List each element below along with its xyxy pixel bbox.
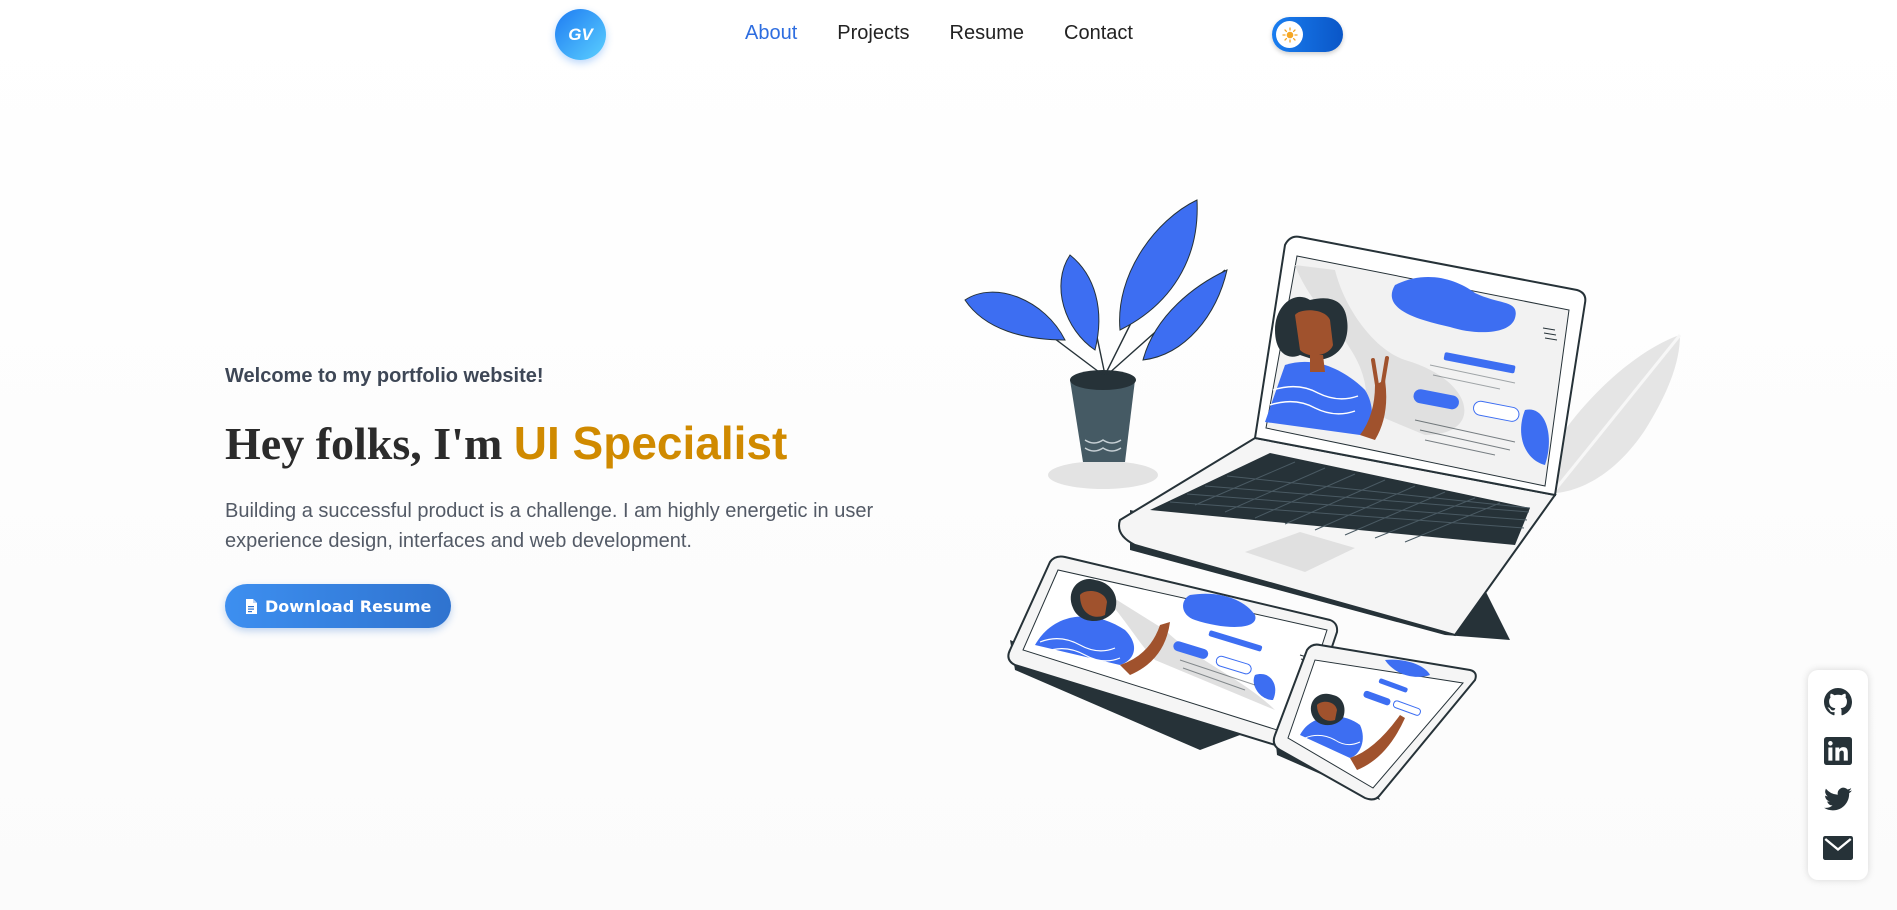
- nav-link-resume[interactable]: Resume: [950, 22, 1024, 45]
- hero-headline: Hey folks, I'm UI Specialist: [225, 416, 925, 470]
- envelope-icon: [1823, 835, 1853, 860]
- sun-icon: [1281, 26, 1298, 43]
- theme-toggle[interactable]: [1272, 17, 1343, 52]
- twitter-link[interactable]: [1823, 784, 1853, 814]
- hero-illustration: [964, 199, 1682, 801]
- nav-link-projects[interactable]: Projects: [837, 22, 909, 45]
- nav-link-about[interactable]: About: [745, 22, 797, 45]
- phone: [1272, 643, 1477, 801]
- social-links: [1808, 670, 1868, 880]
- toggle-knob: [1276, 21, 1303, 48]
- twitter-icon: [1824, 787, 1852, 811]
- nav-link-contact[interactable]: Contact: [1064, 22, 1133, 45]
- github-icon: [1824, 688, 1852, 716]
- headline-prefix: Hey folks, I'm: [225, 418, 514, 469]
- welcome-text: Welcome to my portfolio website!: [225, 365, 544, 387]
- logo-text: GV: [568, 24, 593, 44]
- linkedin-icon: [1824, 736, 1852, 765]
- hero-section: Welcome to my portfolio website! Hey fol…: [225, 365, 925, 628]
- download-resume-label: Download Resume: [265, 596, 432, 616]
- nav-links: About Projects Resume Contact: [745, 22, 1133, 45]
- download-resume-button[interactable]: Download Resume: [225, 584, 452, 628]
- linkedin-link[interactable]: [1823, 736, 1853, 766]
- navbar: GV About Projects Resume Contact: [0, 0, 1897, 70]
- github-link[interactable]: [1823, 687, 1853, 717]
- headline-highlight: UI Specialist: [513, 417, 788, 469]
- logo[interactable]: GV: [555, 9, 606, 60]
- document-icon: [246, 598, 257, 614]
- plant: [964, 199, 1228, 489]
- email-link[interactable]: [1823, 833, 1853, 863]
- hero-lead: Building a successful product is a chall…: [225, 500, 874, 552]
